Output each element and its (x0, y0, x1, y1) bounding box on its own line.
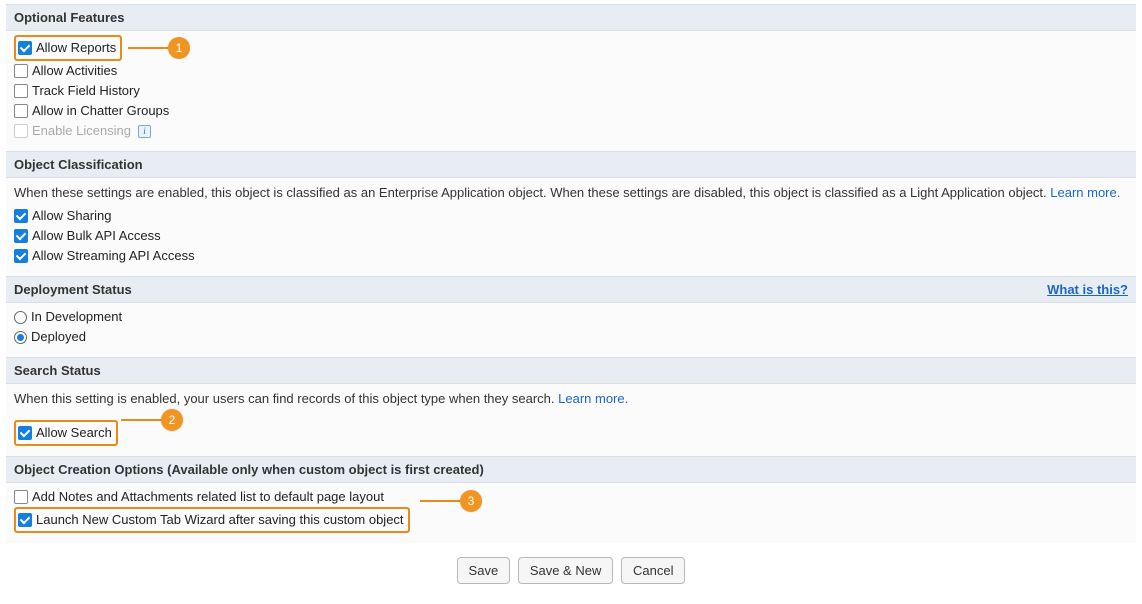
label-in-development: In Development (31, 307, 122, 327)
callout-1: 1 (128, 37, 190, 59)
callout-bubble-3: 3 (460, 490, 482, 512)
callout-3: 3 (420, 490, 482, 512)
radio-in-development[interactable] (14, 311, 27, 324)
checkbox-enable-licensing (14, 124, 28, 138)
section-title: Object Creation Options (Available only … (14, 462, 484, 477)
section-header-optional-features: Optional Features (6, 4, 1136, 31)
label-allow-reports: Allow Reports (36, 38, 116, 58)
learn-more-link-classification[interactable]: Learn more. (1050, 185, 1120, 200)
section-title: Deployment Status (14, 282, 132, 297)
search-description: When this setting is enabled, your users… (14, 391, 558, 406)
label-enable-licensing: Enable Licensing (32, 121, 131, 141)
radio-deployed[interactable] (14, 331, 27, 344)
checkbox-allow-streaming-api[interactable] (14, 249, 28, 263)
section-title: Search Status (14, 363, 101, 378)
checkbox-track-field-history[interactable] (14, 84, 28, 98)
button-bar: Save Save & New Cancel (6, 543, 1136, 584)
classification-description: When these settings are enabled, this ob… (14, 185, 1050, 200)
callout-bubble-1: 1 (168, 37, 190, 59)
checkbox-allow-search[interactable] (18, 426, 32, 440)
save-button[interactable]: Save (457, 557, 511, 584)
checkbox-allow-sharing[interactable] (14, 209, 28, 223)
label-add-notes: Add Notes and Attachments related list t… (32, 487, 384, 507)
label-deployed: Deployed (31, 327, 86, 347)
label-allow-streaming-api: Allow Streaming API Access (32, 246, 195, 266)
cancel-button[interactable]: Cancel (621, 557, 685, 584)
learn-more-link-search[interactable]: Learn more. (558, 391, 628, 406)
highlight-launch-tab-wizard: Launch New Custom Tab Wizard after savin… (14, 507, 410, 533)
label-track-field-history: Track Field History (32, 81, 140, 101)
checkbox-add-notes[interactable] (14, 490, 28, 504)
label-allow-chatter-groups: Allow in Chatter Groups (32, 101, 169, 121)
highlight-allow-search: Allow Search (14, 420, 118, 446)
section-header-creation: Object Creation Options (Available only … (6, 456, 1136, 483)
section-header-search: Search Status (6, 357, 1136, 384)
highlight-allow-reports: Allow Reports (14, 35, 122, 61)
save-and-new-button[interactable]: Save & New (518, 557, 614, 584)
label-allow-sharing: Allow Sharing (32, 206, 112, 226)
section-header-deployment: Deployment Status What is this? (6, 276, 1136, 303)
label-allow-search: Allow Search (36, 423, 112, 443)
section-body-deployment: In Development Deployed (6, 303, 1136, 357)
section-body-classification: When these settings are enabled, this ob… (6, 178, 1136, 276)
section-header-classification: Object Classification (6, 151, 1136, 178)
label-allow-bulk-api: Allow Bulk API Access (32, 226, 161, 246)
section-title: Optional Features (14, 10, 125, 25)
section-title: Object Classification (14, 157, 143, 172)
info-icon[interactable]: i (138, 125, 151, 138)
what-is-this-link[interactable]: What is this? (1047, 282, 1128, 297)
checkbox-allow-chatter-groups[interactable] (14, 104, 28, 118)
section-body-creation: Add Notes and Attachments related list t… (6, 483, 1136, 543)
callout-2: 2 (121, 409, 183, 431)
checkbox-allow-reports[interactable] (18, 41, 32, 55)
checkbox-allow-activities[interactable] (14, 64, 28, 78)
callout-bubble-2: 2 (161, 409, 183, 431)
label-launch-tab-wizard: Launch New Custom Tab Wizard after savin… (36, 510, 404, 530)
checkbox-allow-bulk-api[interactable] (14, 229, 28, 243)
label-allow-activities: Allow Activities (32, 61, 117, 81)
checkbox-launch-tab-wizard[interactable] (18, 513, 32, 527)
